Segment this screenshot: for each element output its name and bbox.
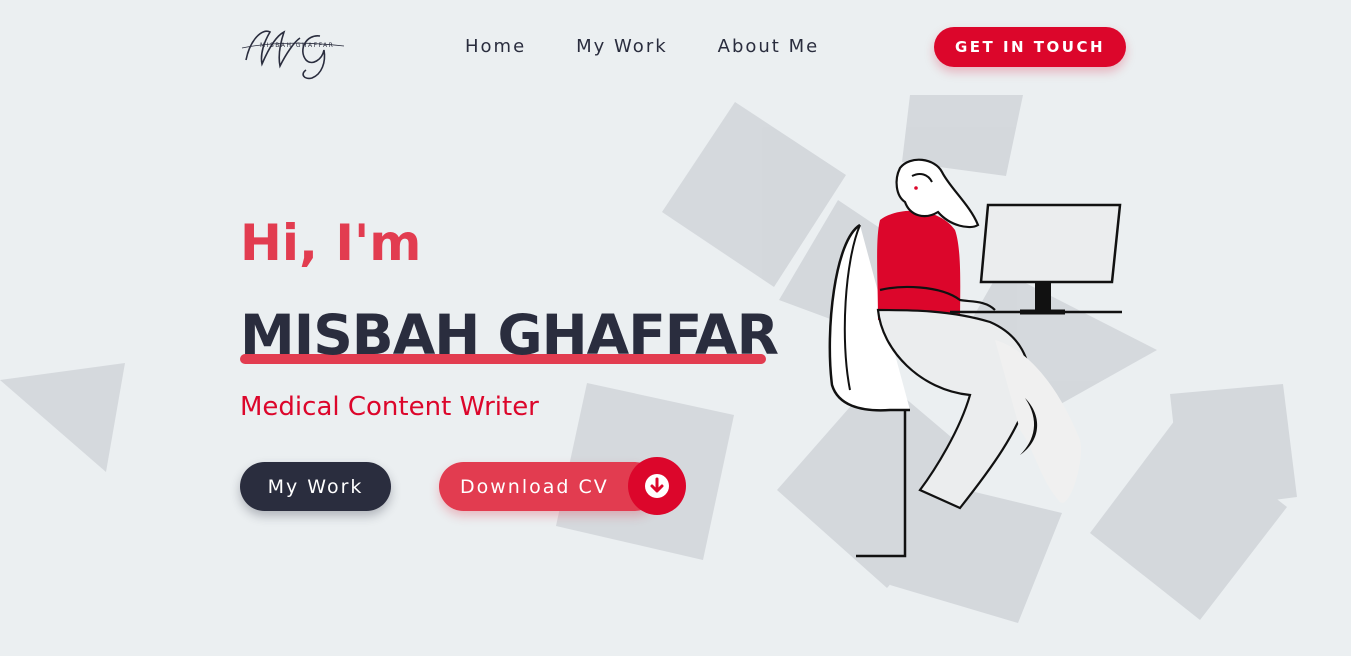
role-subtitle: Medical Content Writer (240, 392, 539, 422)
name-heading: MISBAH GHAFFAR (240, 303, 779, 367)
bg-shape-triangle-left (0, 363, 125, 472)
download-cv-button[interactable]: Download CV (439, 462, 659, 511)
name-heading-wrap: MISBAH GHAFFAR (240, 302, 779, 368)
download-cv-label: Download CV (460, 475, 609, 498)
nav-my-work[interactable]: My Work (576, 36, 667, 57)
nav-about-me[interactable]: About Me (718, 36, 820, 57)
main-nav: Home My Work About Me (465, 36, 819, 57)
get-in-touch-button[interactable]: GET IN TOUCH (934, 27, 1126, 67)
page: MISBAH GHAFFAR Home My Work About Me GET… (0, 0, 1351, 656)
nav-home[interactable]: Home (465, 36, 526, 57)
greeting-text: Hi, I'm (240, 214, 422, 272)
logo[interactable]: MISBAH GHAFFAR (240, 20, 350, 82)
logo-monogram-icon: MISBAH GHAFFAR (241, 30, 345, 80)
my-work-button[interactable]: My Work (240, 462, 391, 511)
arrow-down-circle-icon (645, 474, 669, 498)
download-cv-icon-button[interactable] (628, 457, 686, 515)
svg-text:MISBAH GHAFFAR: MISBAH GHAFFAR (260, 42, 334, 49)
person-at-desk-illustration (828, 158, 1122, 558)
